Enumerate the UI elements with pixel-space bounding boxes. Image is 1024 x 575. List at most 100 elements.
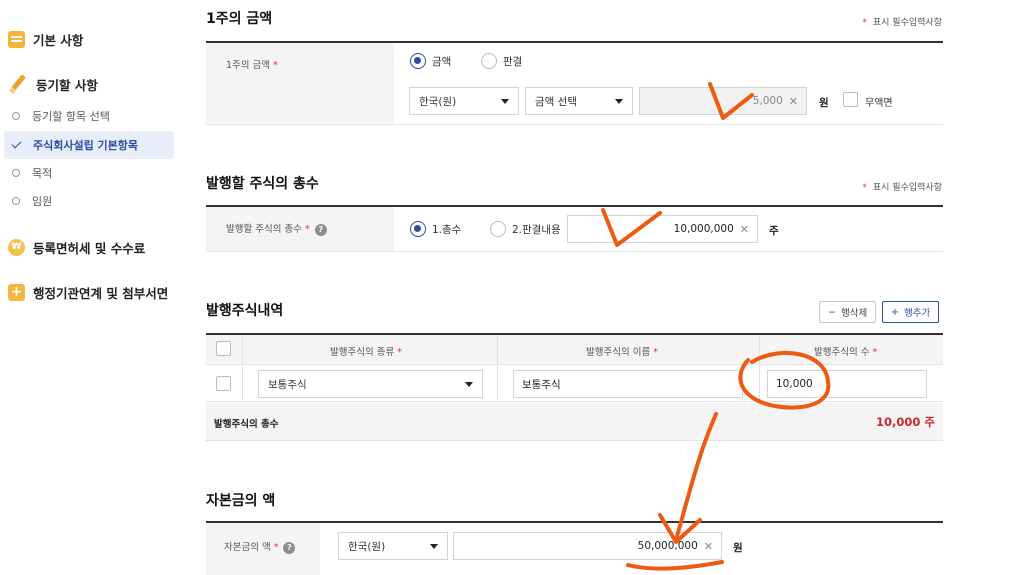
- per-share-amount-input[interactable]: 5,000 ✕: [639, 87, 807, 115]
- capital-currency-select[interactable]: 한국(원): [338, 532, 448, 560]
- caret-down-icon: [465, 381, 473, 387]
- document-icon: [8, 31, 25, 48]
- unit-won: 원: [819, 97, 829, 109]
- total-shares-row-value: 10,000 주: [876, 415, 935, 429]
- column-divider: [242, 366, 243, 401]
- total-row: 발행주식의 총수 10,000 주: [206, 403, 943, 441]
- total-shares-row-label: 발행주식의 총수: [214, 419, 279, 430]
- column-divider: [759, 335, 760, 364]
- required-star: *: [872, 347, 878, 358]
- question-icon[interactable]: ?: [283, 541, 296, 554]
- col-header-name-text: 발행주식의 이름: [586, 347, 651, 358]
- sidebar-section-attachments[interactable]: + 행정기관연계 및 첨부서면: [8, 283, 168, 302]
- radio-amount[interactable]: 금액: [410, 53, 451, 69]
- capital-label: 자본금의 액 *?: [224, 539, 296, 554]
- sidebar-item-officers[interactable]: 임원: [4, 187, 174, 215]
- question-icon[interactable]: ?: [314, 223, 327, 236]
- sidebar-section-fees[interactable]: ₩ 등록면허세 및 수수료: [8, 238, 145, 257]
- no-par-checkbox[interactable]: [843, 92, 858, 107]
- required-star: *: [862, 183, 867, 193]
- column-divider: [759, 366, 760, 401]
- sidebar-section-attachments-label: 행정기관연계 및 첨부서면: [33, 286, 169, 301]
- share-count-value: 10,000: [776, 378, 813, 390]
- radio-selected-icon: [410, 53, 426, 69]
- col-header-count: 발행주식의 수 *: [814, 344, 877, 358]
- column-divider: [497, 335, 498, 364]
- sidebar-section-fees-label: 등록면허세 및 수수료: [33, 241, 146, 256]
- required-star: *: [304, 224, 310, 235]
- unit-won: 원: [733, 542, 743, 554]
- col-header-name: 발행주식의 이름 *: [586, 344, 658, 358]
- required-star: *: [862, 18, 867, 28]
- plus-doc-icon: +: [8, 284, 25, 301]
- delete-row-label: 행삭제: [840, 308, 868, 319]
- section-title-issued-shares: 발행주식내역: [206, 303, 284, 319]
- sidebar-item-basic-items[interactable]: 주식회사설립 기본항목: [4, 131, 174, 159]
- add-row-label: 행추가: [903, 308, 931, 319]
- required-star: *: [273, 60, 278, 71]
- share-name-value: 보통주식: [522, 378, 561, 391]
- select-all-checkbox[interactable]: [216, 341, 231, 356]
- required-star: *: [397, 347, 402, 358]
- column-divider: [497, 366, 498, 401]
- total-shares-label: 발행할 주식의 총수 *?: [226, 221, 327, 236]
- table-header: 발행주식의 종류 * 발행주식의 이름 * 발행주식의 수 *: [206, 335, 943, 365]
- share-type-select[interactable]: 보통주식: [258, 370, 483, 398]
- radio-total[interactable]: 1.총수: [410, 221, 461, 237]
- amount-select-value: 금액 선택: [535, 95, 577, 108]
- check-icon: [11, 138, 22, 149]
- plus-icon: +: [891, 306, 899, 318]
- required-note: * 표시 필수입력사항: [862, 180, 942, 193]
- caret-down-icon: [430, 543, 438, 549]
- caret-down-icon: [501, 98, 509, 104]
- col-header-type: 발행주식의 종류 *: [330, 344, 402, 358]
- required-note: * 표시 필수입력사항: [862, 15, 942, 28]
- radio-judgment-content[interactable]: 2.판결내용: [490, 221, 561, 237]
- radio-judgment[interactable]: 판결: [481, 53, 522, 69]
- radio-empty-icon: [490, 221, 506, 237]
- share-name-input[interactable]: 보통주식: [513, 370, 743, 398]
- required-note-text: 표시 필수입력사항: [872, 18, 942, 28]
- no-par-label: 무액면: [865, 98, 893, 109]
- per-share-amount-value: 5,000: [752, 95, 783, 107]
- label-cell: [206, 43, 394, 124]
- capital-form: 자본금의 액 *? 한국(원) 50,000,000 ✕ 원: [206, 523, 943, 575]
- currency-select[interactable]: 한국(원): [409, 87, 519, 115]
- amount-select[interactable]: 금액 선택: [525, 87, 633, 115]
- sidebar-item-label: 등기할 항목 선택: [32, 110, 110, 123]
- total-shares-input[interactable]: 10,000,000 ✕: [567, 215, 758, 243]
- col-header-type-text: 발행주식의 종류: [330, 347, 395, 358]
- add-row-button[interactable]: + 행추가: [882, 301, 940, 323]
- delete-row-button[interactable]: − 행삭제: [819, 301, 877, 323]
- total-shares-label-text: 발행할 주식의 총수: [226, 224, 302, 235]
- close-icon[interactable]: ✕: [789, 95, 798, 108]
- unit-ju: 주: [769, 225, 779, 237]
- sidebar-section-register-label: 등기할 사항: [36, 77, 98, 93]
- coin-icon: ₩: [8, 239, 25, 256]
- caret-down-icon: [615, 98, 623, 104]
- close-icon[interactable]: ✕: [740, 223, 749, 236]
- circle-icon: [12, 169, 20, 177]
- share-count-input[interactable]: 10,000: [767, 370, 927, 398]
- sidebar-item-select[interactable]: 등기할 항목 선택: [4, 102, 174, 130]
- per-share-label-text: 1주의 금액: [226, 60, 271, 71]
- capital-amount-input[interactable]: 50,000,000 ✕: [453, 532, 722, 560]
- section-title-per-share: 1주의 금액: [206, 11, 273, 27]
- total-shares-form: 발행할 주식의 총수 *? 1.총수 2.판결내용 10,000,000 ✕ 주: [206, 207, 943, 252]
- close-icon[interactable]: ✕: [704, 540, 713, 553]
- sidebar-item-label: 목적: [32, 167, 53, 180]
- section-title-total-shares: 발행할 주식의 총수: [206, 176, 319, 192]
- sidebar-section-basic-label: 기본 사항: [33, 33, 84, 48]
- column-divider: [242, 335, 243, 364]
- minus-icon: −: [828, 306, 836, 318]
- sidebar-section-basic[interactable]: 기본 사항: [8, 30, 83, 49]
- capital-amount-value: 50,000,000: [637, 540, 698, 552]
- section-title-capital: 자본금의 액: [206, 493, 276, 509]
- row-checkbox[interactable]: [216, 376, 231, 391]
- sidebar-section-register[interactable]: 등기할 사항: [8, 74, 98, 94]
- circle-icon: [12, 112, 20, 120]
- share-type-value: 보통주식: [268, 378, 307, 391]
- radio-selected-icon: [410, 221, 426, 237]
- sidebar-item-purpose[interactable]: 목적: [4, 159, 174, 187]
- sidebar-item-label: 임원: [32, 195, 53, 208]
